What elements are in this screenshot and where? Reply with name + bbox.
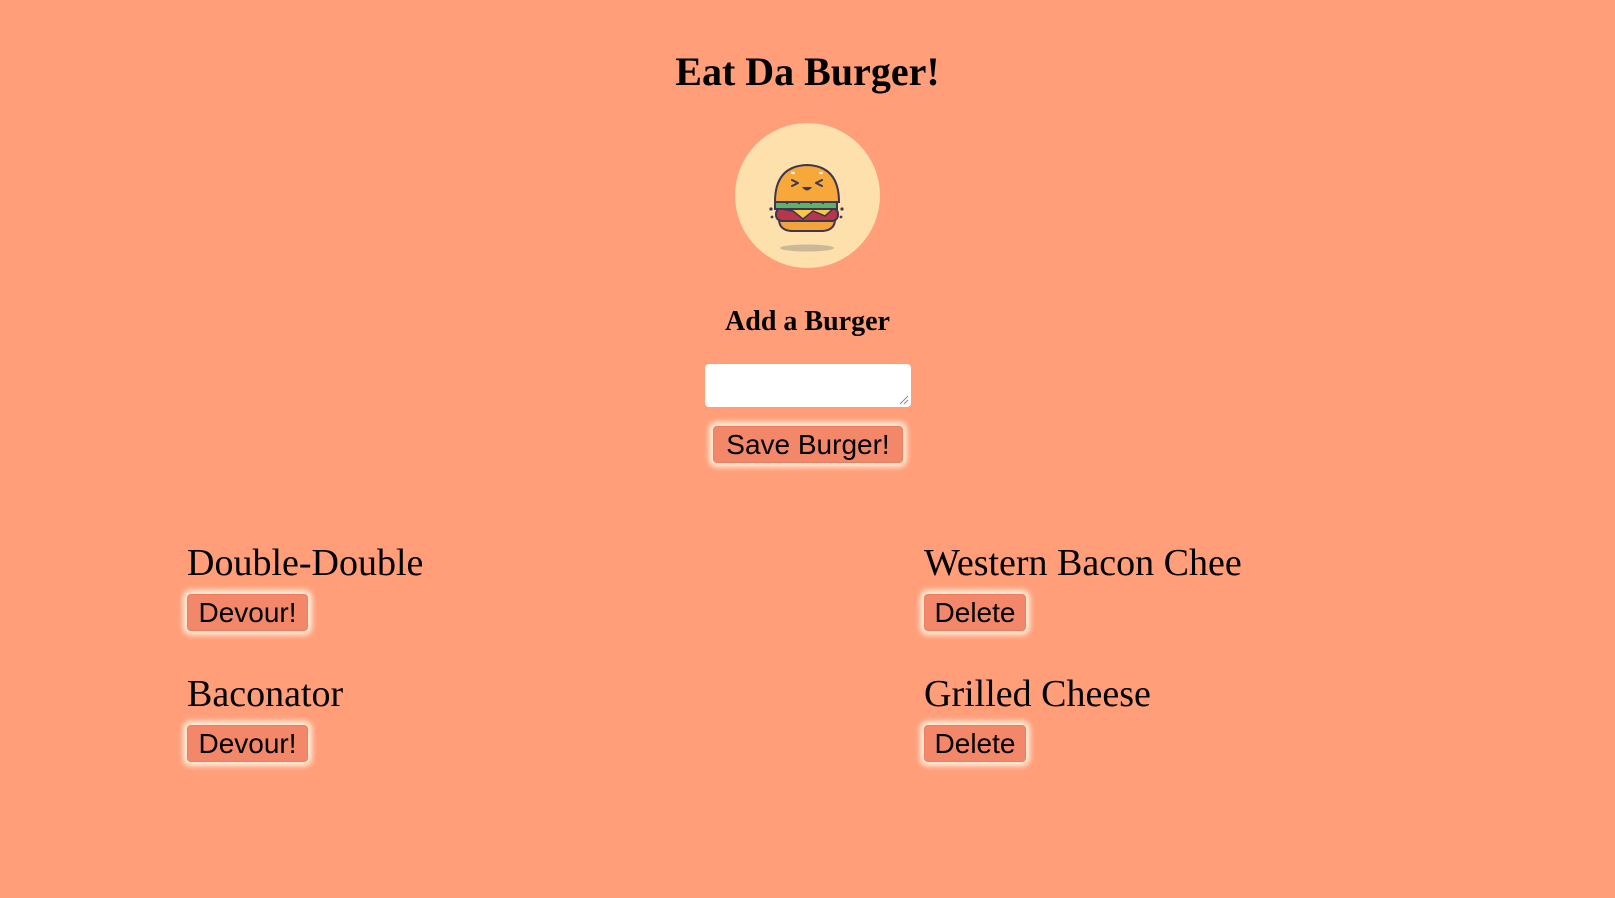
burger-name: Baconator (187, 673, 344, 715)
devoured-burger-name: Grilled Cheese (924, 673, 1151, 715)
devour-button[interactable]: Devour! (187, 594, 308, 631)
devoured-burger-name: Western Bacon Chee (924, 542, 1242, 584)
resize-grip-icon[interactable] (898, 394, 909, 405)
burger-name: Double-Double (187, 542, 424, 584)
delete-button[interactable]: Delete (924, 725, 1026, 762)
delete-button[interactable]: Delete (924, 594, 1026, 631)
devour-button[interactable]: Devour! (187, 725, 308, 762)
burger-logo (735, 123, 880, 268)
page-title: Eat Da Burger! (675, 49, 940, 94)
burger-name-input[interactable] (705, 364, 911, 407)
add-burger-heading: Add a Burger (725, 306, 890, 337)
save-burger-button[interactable]: Save Burger! (713, 426, 903, 463)
burger-mascot-icon (769, 163, 844, 252)
